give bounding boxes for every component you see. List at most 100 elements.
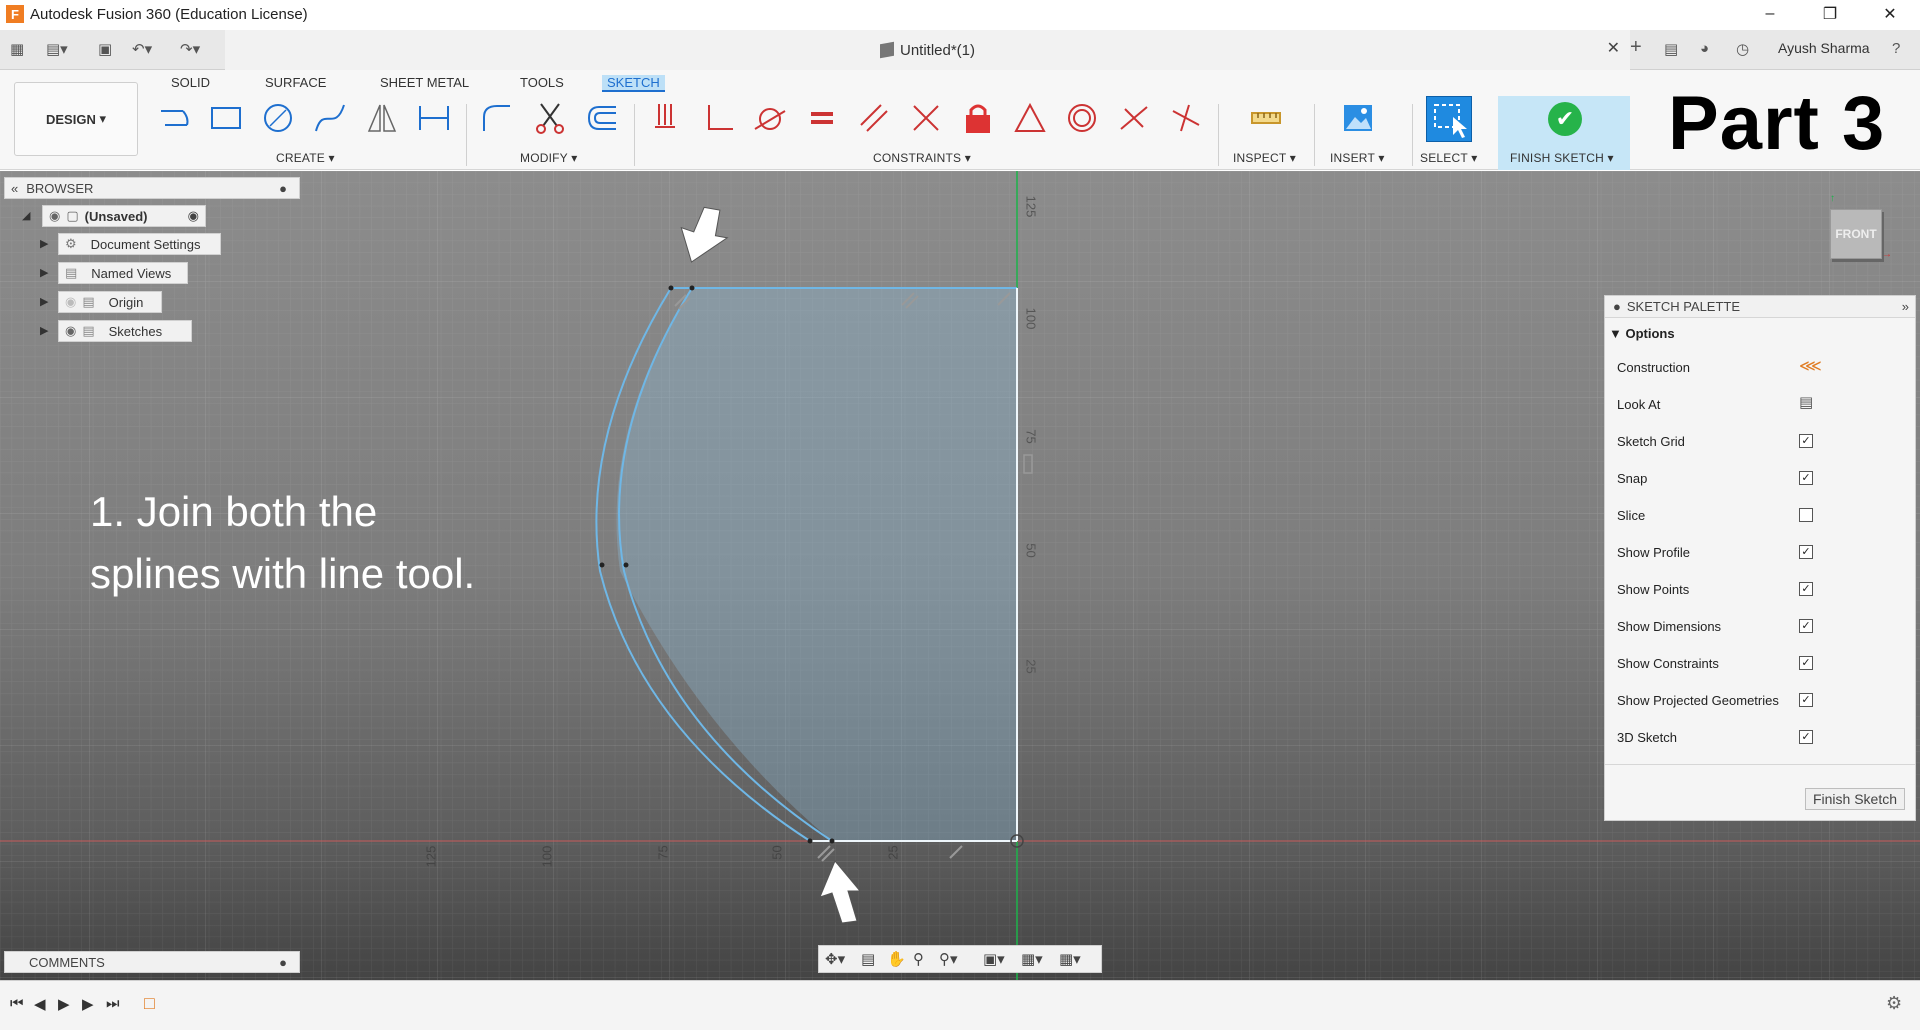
sketch-point[interactable] bbox=[689, 285, 695, 291]
sketch-palette-header[interactable]: ● SKETCH PALETTE » bbox=[1605, 296, 1915, 318]
browser-root-node[interactable]: ◉ ▢ (Unsaved) ◉ bbox=[42, 205, 206, 227]
tab-solid[interactable]: SOLID bbox=[166, 75, 215, 90]
construction-icon[interactable]: ⋘ bbox=[1799, 356, 1822, 376]
user-name[interactable]: Ayush Sharma bbox=[1778, 40, 1870, 56]
comments-panel[interactable]: COMMENTS ● bbox=[4, 951, 300, 973]
rectangle-tool-icon[interactable] bbox=[208, 100, 244, 136]
sketch-feature-icon[interactable]: □ bbox=[144, 993, 155, 1014]
pin-icon[interactable]: ● bbox=[279, 181, 287, 196]
job-status-icon[interactable]: ◕ bbox=[1700, 40, 1709, 57]
display-settings-icon[interactable]: ▣▾ bbox=[983, 950, 1005, 968]
browser-item-named-views[interactable]: ▤ Named Views bbox=[58, 262, 188, 284]
go-to-end-icon[interactable]: ⏭ bbox=[106, 995, 120, 1012]
activate-radio-icon[interactable]: ◉ bbox=[188, 208, 199, 224]
select-tool-icon[interactable] bbox=[1426, 96, 1472, 142]
eye-icon[interactable]: ◉ bbox=[49, 208, 60, 224]
sketch-point[interactable] bbox=[668, 285, 674, 291]
eye-hidden-icon[interactable]: ◉ bbox=[65, 294, 76, 310]
history-icon[interactable]: ◷ bbox=[1736, 40, 1749, 58]
view-cube[interactable]: FRONT bbox=[1830, 209, 1882, 259]
symmetry-constraint-icon[interactable] bbox=[1168, 100, 1204, 136]
sketch-point[interactable] bbox=[829, 838, 835, 844]
midpoint-constraint-icon[interactable] bbox=[1012, 100, 1048, 136]
offset-tool-icon[interactable] bbox=[584, 100, 620, 136]
look-at-icon[interactable]: ▤ bbox=[1799, 393, 1813, 411]
trim-scissors-icon[interactable] bbox=[532, 100, 568, 136]
select-menu[interactable]: SELECT ▾ bbox=[1420, 151, 1477, 165]
spline-tool-icon[interactable] bbox=[312, 100, 348, 136]
comments-pin-icon[interactable]: ● bbox=[279, 955, 287, 970]
tab-sheet-metal[interactable]: SHEET METAL bbox=[375, 75, 474, 90]
eye-icon[interactable]: ◉ bbox=[65, 323, 76, 339]
data-panel-icon[interactable]: ▤ bbox=[1664, 40, 1678, 58]
fix-lock-icon[interactable] bbox=[960, 100, 996, 136]
palette-pin-icon[interactable]: ● bbox=[1613, 299, 1621, 314]
browser-item-document-settings[interactable]: ⚙ Document Settings bbox=[58, 233, 221, 255]
inspect-menu[interactable]: INSPECT ▾ bbox=[1233, 151, 1296, 165]
sketch-point[interactable] bbox=[599, 562, 605, 568]
file-menu-icon[interactable]: ▤▾ bbox=[46, 40, 68, 58]
mirror-tool-icon[interactable] bbox=[364, 100, 400, 136]
apps-grid-icon[interactable]: ▦ bbox=[10, 40, 24, 58]
equal-constraint-icon[interactable] bbox=[804, 100, 840, 136]
modify-menu[interactable]: MODIFY ▾ bbox=[520, 151, 577, 165]
sketch-point[interactable] bbox=[807, 838, 813, 844]
restore-icon[interactable]: ❐ bbox=[1800, 0, 1860, 28]
show-dimensions-checkbox[interactable]: ✓ bbox=[1799, 619, 1813, 633]
measure-ruler-icon[interactable] bbox=[1248, 100, 1284, 136]
fillet-tool-icon[interactable] bbox=[478, 100, 514, 136]
pan-hand-icon[interactable]: ✋ bbox=[887, 950, 906, 968]
sketch-grid-checkbox[interactable]: ✓ bbox=[1799, 434, 1813, 448]
slice-checkbox[interactable] bbox=[1799, 508, 1813, 522]
design-canvas[interactable]: 125 100 75 50 25 125 100 75 50 25 1. Joi… bbox=[0, 171, 1920, 980]
finish-sketch-button[interactable]: ✔ FINISH SKETCH ▾ bbox=[1498, 96, 1630, 170]
show-projected-geometries-checkbox[interactable]: ✓ bbox=[1799, 693, 1813, 707]
create-menu[interactable]: CREATE ▾ bbox=[276, 151, 335, 165]
line-tool-icon[interactable] bbox=[156, 100, 192, 136]
go-to-start-icon[interactable]: ⏮ bbox=[10, 995, 24, 1012]
step-back-icon[interactable]: ◀ bbox=[34, 995, 46, 1013]
grid-settings-icon[interactable]: ▦▾ bbox=[1021, 950, 1043, 968]
snap-checkbox[interactable]: ✓ bbox=[1799, 471, 1813, 485]
new-tab-icon[interactable]: + bbox=[1630, 36, 1642, 59]
browser-panel-header[interactable]: « BROWSER ● bbox=[4, 177, 300, 199]
orbit-icon[interactable]: ✥▾ bbox=[825, 950, 845, 968]
close-icon[interactable]: ✕ bbox=[1860, 0, 1920, 28]
insert-menu[interactable]: INSERT ▾ bbox=[1330, 151, 1385, 165]
options-section-toggle[interactable]: ▼ Options bbox=[1609, 326, 1675, 341]
expand-root-icon[interactable]: ◢ bbox=[22, 209, 34, 223]
3d-sketch-checkbox[interactable]: ✓ bbox=[1799, 730, 1813, 744]
timeline-settings-gear-icon[interactable]: ⚙ bbox=[1886, 993, 1902, 1014]
concentric-constraint-icon[interactable] bbox=[1064, 100, 1100, 136]
expand-palette-icon[interactable]: » bbox=[1902, 299, 1909, 314]
minimize-icon[interactable]: – bbox=[1740, 0, 1800, 28]
perpendicular-lines-icon[interactable] bbox=[908, 100, 944, 136]
document-tab[interactable]: Untitled*(1) ✕ bbox=[225, 30, 1630, 70]
viewports-icon[interactable]: ▦▾ bbox=[1059, 950, 1081, 968]
perpendicular-constraint-icon[interactable] bbox=[700, 100, 736, 136]
save-icon[interactable]: ▣ bbox=[98, 40, 112, 58]
step-forward-icon[interactable]: ▶ bbox=[82, 995, 94, 1013]
collapse-icon[interactable]: « bbox=[11, 181, 18, 196]
dimension-tool-icon[interactable] bbox=[416, 100, 452, 136]
look-at-nav-icon[interactable]: ▤ bbox=[861, 950, 875, 968]
zoom-icon[interactable]: ⚲▾ bbox=[939, 950, 958, 968]
workspace-switcher[interactable]: DESIGN ▾ bbox=[14, 82, 138, 156]
expand-icon[interactable]: ▶ bbox=[40, 266, 52, 280]
insert-image-icon[interactable] bbox=[1340, 100, 1376, 136]
coincident-constraint-icon[interactable] bbox=[648, 100, 684, 136]
show-constraints-checkbox[interactable]: ✓ bbox=[1799, 656, 1813, 670]
browser-item-origin[interactable]: ◉ ▤ Origin bbox=[58, 291, 162, 313]
parallel-constraint-icon[interactable] bbox=[856, 100, 892, 136]
play-icon[interactable]: ▶ bbox=[58, 995, 70, 1013]
finish-sketch-small-button[interactable]: Finish Sketch bbox=[1805, 788, 1905, 810]
undo-icon[interactable]: ↶▾ bbox=[132, 40, 152, 58]
show-profile-checkbox[interactable]: ✓ bbox=[1799, 545, 1813, 559]
show-points-checkbox[interactable]: ✓ bbox=[1799, 582, 1813, 596]
tab-tools[interactable]: TOOLS bbox=[515, 75, 569, 90]
zoom-window-icon[interactable]: ⚲ bbox=[913, 950, 924, 968]
browser-item-sketches[interactable]: ◉ ▤ Sketches bbox=[58, 320, 192, 342]
tangent-constraint-icon[interactable] bbox=[752, 100, 788, 136]
sketch-point[interactable] bbox=[623, 562, 629, 568]
collinear-constraint-icon[interactable] bbox=[1116, 100, 1152, 136]
